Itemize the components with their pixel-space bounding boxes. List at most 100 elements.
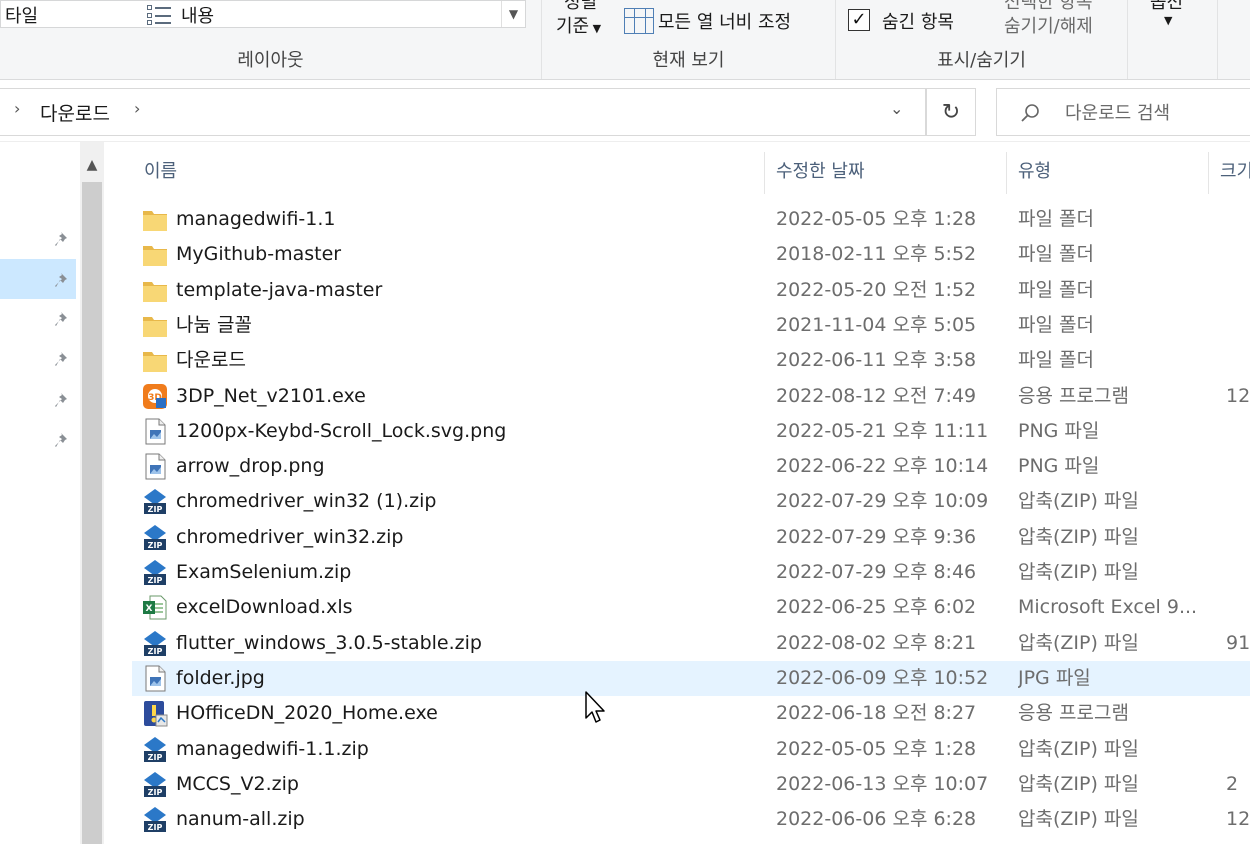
file-name: template-java-master (176, 278, 383, 301)
folder-icon (142, 241, 168, 268)
image-file-icon (142, 665, 168, 692)
search-box[interactable]: 다운로드 검색 (996, 88, 1250, 136)
file-row[interactable]: ZIP ExamSelenium.zip 2022-07-29 오후 8:46 압축(… (132, 555, 1250, 590)
file-name: managedwifi-1.1.zip (176, 737, 369, 760)
layout-gallery: 타일 내용 ▼ (0, 0, 526, 28)
file-row[interactable]: ZIP managedwifi-1.1.zip 2022-05-05 오후 1:28… (132, 732, 1250, 767)
file-size (1226, 696, 1250, 731)
pin-icon (54, 350, 72, 368)
file-row[interactable]: ZIP chromedriver_win32 (1).zip 2022-07-29 … (132, 484, 1250, 519)
hidden-items-checkbox[interactable]: ✓ (848, 9, 870, 31)
file-modified-date: 2022-07-29 오후 9:36 (776, 525, 977, 548)
file-row[interactable]: arrow_drop.png 2022-06-22 오후 10:14 PNG 파일 (132, 449, 1250, 484)
file-modified-date: 2022-06-09 오후 10:52 (776, 666, 989, 689)
sort-by-button[interactable]: 기준 ▼ (556, 12, 601, 38)
exe-3dp-icon: 3D (142, 383, 168, 410)
svg-text:X: X (146, 604, 153, 614)
fit-columns-button[interactable]: 모든 열 너비 조정 (658, 8, 791, 34)
file-type: Microsoft Excel 9... (1018, 596, 1198, 619)
file-row[interactable]: ZIP flutter_windows_3.0.5-stable.zip 2022-… (132, 626, 1250, 661)
breadcrumb-downloads[interactable]: 다운로드 (40, 99, 110, 126)
file-type: 압축(ZIP) 파일 (1018, 737, 1139, 760)
file-type: 압축(ZIP) 파일 (1018, 772, 1139, 795)
column-header-date[interactable]: 수정한 날짜 (764, 156, 1004, 196)
file-name: 다운로드 (176, 349, 246, 372)
file-type: 응용 프로그램 (1018, 702, 1129, 725)
file-row[interactable]: ZIP nanum-all.zip 2022-06-06 오후 6:28 압축(ZIP… (132, 802, 1250, 837)
zip-icon: ZIP (142, 488, 168, 515)
file-row[interactable]: 1200px-Keybd-Scroll_Lock.svg.png 2022-05-… (132, 414, 1250, 449)
file-modified-date: 2022-05-21 오후 11:11 (776, 419, 989, 442)
options-button[interactable]: 옵션 (1150, 0, 1183, 14)
scrollbar-thumb[interactable] (82, 182, 102, 844)
file-size (1226, 308, 1250, 343)
svg-text:ZIP: ZIP (148, 823, 163, 832)
layout-group-label: 레이아웃 (237, 50, 304, 71)
pin-icon (54, 271, 72, 289)
file-size (1226, 484, 1250, 519)
search-input[interactable]: 다운로드 검색 (1065, 99, 1170, 125)
file-type: PNG 파일 (1018, 419, 1100, 442)
address-box[interactable]: › 다운로드 › ⌄ (0, 88, 926, 136)
file-name: nanum-all.zip (176, 808, 305, 831)
layout-content-option[interactable]: 내용 (181, 2, 214, 28)
file-size (1226, 237, 1250, 272)
hide-selected-button[interactable]: 숨기기/해제 (1004, 12, 1093, 38)
navigation-pane (0, 142, 80, 844)
zip-icon: ZIP (142, 771, 168, 798)
column-header-type[interactable]: 유형 (1006, 156, 1206, 196)
file-row[interactable]: 3D 3DP_Net_v2101.exe 2022-08-12 오전 7:49 응용 … (132, 379, 1250, 414)
file-row[interactable]: HOfficeDN_2020_Home.exe 2022-06-18 오전 8:2… (132, 696, 1250, 731)
column-header-name[interactable]: 이름 (132, 156, 762, 196)
file-size: 2 (1226, 772, 1239, 795)
pin-icon (54, 230, 72, 248)
file-size (1226, 590, 1250, 625)
dropdown-arrow-icon: ▼ (589, 22, 602, 35)
pin-icon (54, 310, 72, 328)
file-row[interactable]: ZIP chromedriver_win32.zip 2022-07-29 오후 9… (132, 520, 1250, 555)
file-name: chromedriver_win32.zip (176, 525, 404, 548)
svg-text:ZIP: ZIP (148, 576, 163, 585)
sort-by-label: 기준 (556, 16, 590, 37)
file-row[interactable]: ZIP MCCS_V2.zip 2022-06-13 오후 10:07 압축(ZIP)… (132, 767, 1250, 802)
folder-icon (142, 347, 168, 374)
file-row[interactable]: managedwifi-1.1 2022-05-05 오후 1:28 파일 폴더 (132, 202, 1250, 237)
file-type: 파일 폴더 (1018, 349, 1094, 372)
file-name: chromedriver_win32 (1).zip (176, 490, 437, 513)
fit-columns-icon (624, 8, 654, 34)
nav-scrollbar[interactable]: ▲ (80, 142, 104, 844)
file-list: 이름 수정한 날짜 유형 크기 managedwifi-1.1 2022-05-0… (104, 142, 1250, 844)
file-row[interactable]: 다운로드 2022-06-11 오후 3:58 파일 폴더 (132, 343, 1250, 378)
scroll-up-button[interactable]: ▲ (80, 150, 104, 180)
zip-icon: ZIP (142, 806, 168, 833)
address-history-dropdown-icon[interactable]: ⌄ (890, 99, 903, 118)
file-modified-date: 2022-08-12 오전 7:49 (776, 384, 977, 407)
file-row[interactable]: XexcelDownload.xls 2022-06-25 오후 6:02 Micr… (132, 590, 1250, 625)
file-row[interactable]: folder.jpg 2022-06-09 오후 10:52 JPG 파일 (132, 660, 1250, 696)
file-modified-date: 2022-06-13 오후 10:07 (776, 772, 989, 795)
ribbon: 타일 내용 ▼ 레이아웃 정렬 기준 ▼ 모든 열 너비 조정 현재 보기 ✓ … (0, 0, 1250, 80)
file-size: 91 (1226, 631, 1250, 654)
hidden-items-label[interactable]: 숨긴 항목 (882, 8, 954, 34)
file-row[interactable]: 나눔 글꼴 2021-11-04 오후 5:05 파일 폴더 (132, 308, 1250, 343)
layout-gallery-more-button[interactable]: ▼ (501, 1, 525, 27)
file-size (1226, 343, 1250, 378)
zip-icon: ZIP (142, 736, 168, 763)
file-type: JPG 파일 (1018, 666, 1091, 689)
file-type: 응용 프로그램 (1018, 384, 1129, 407)
ribbon-group-options: 옵션 ▼ (1128, 0, 1218, 79)
layout-tile-option[interactable]: 타일 (5, 2, 38, 28)
file-row[interactable]: MyGithub-master 2018-02-11 오후 5:52 파일 폴더 (132, 237, 1250, 272)
column-header-size[interactable]: 크기 (1208, 156, 1250, 196)
breadcrumb-root-chevron-icon[interactable]: › (14, 99, 20, 118)
file-type: 파일 폴더 (1018, 208, 1094, 230)
file-modified-date: 2022-06-25 오후 6:02 (776, 596, 977, 619)
search-icon (1019, 102, 1041, 124)
file-modified-date: 2018-02-11 오후 5:52 (776, 243, 977, 266)
refresh-button[interactable]: ↻ (926, 88, 976, 136)
breadcrumb-chevron-icon[interactable]: › (134, 99, 140, 118)
options-dropdown-icon[interactable]: ▼ (1164, 14, 1172, 27)
file-row[interactable]: template-java-master 2022-05-20 오전 1:52 파일… (132, 273, 1250, 308)
ribbon-group-current-view: 정렬 기준 ▼ 모든 열 너비 조정 현재 보기 (542, 0, 836, 79)
svg-text:ZIP: ZIP (148, 753, 163, 762)
